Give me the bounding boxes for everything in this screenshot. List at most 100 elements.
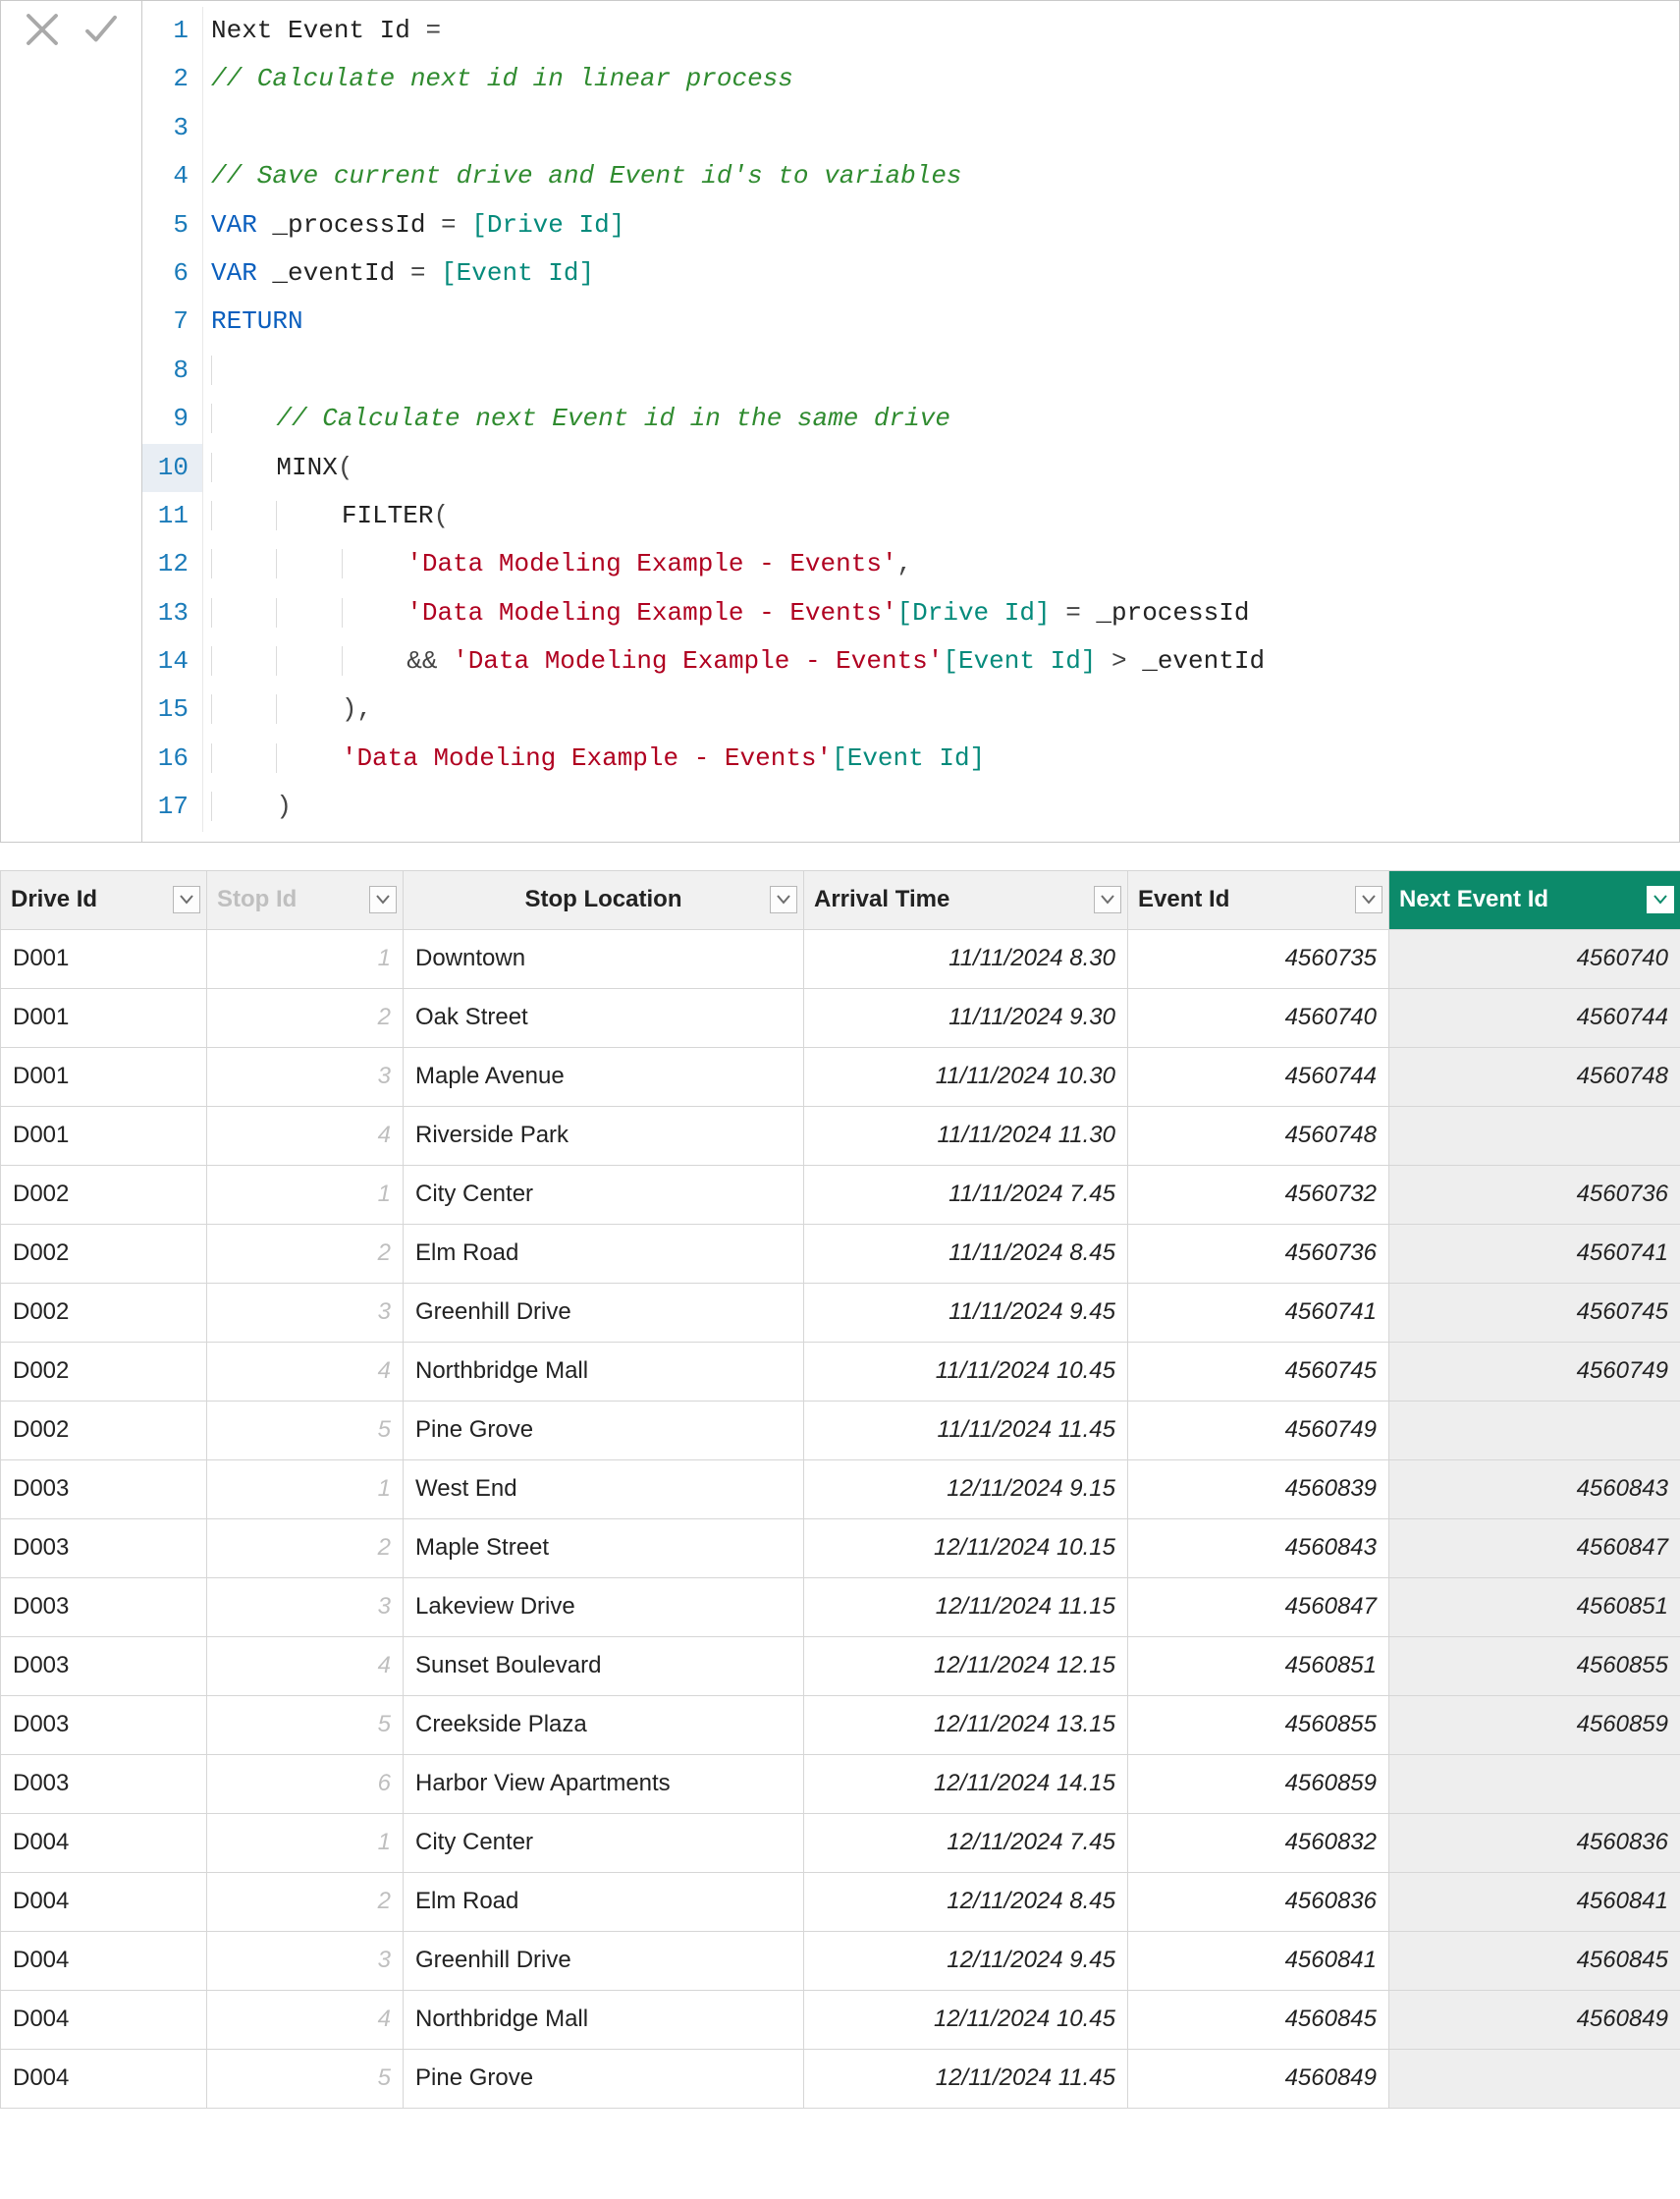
cell-drive[interactable]: D003 [1,1577,207,1636]
cell-arr[interactable]: 11/11/2024 9.30 [804,988,1128,1047]
cell-loc[interactable]: Creekside Plaza [404,1695,804,1754]
table-row[interactable]: D0033Lakeview Drive12/11/2024 11.1545608… [1,1577,1680,1636]
cell-drive[interactable]: D002 [1,1165,207,1224]
cell-evt[interactable]: 4560851 [1128,1636,1389,1695]
editor-line[interactable]: 7RETURN [142,298,1679,346]
column-header-loc[interactable]: Stop Location [404,870,804,929]
cell-stop[interactable]: 3 [207,1931,404,1990]
cell-next[interactable]: 4560744 [1389,988,1680,1047]
cell-evt[interactable]: 4560832 [1128,1813,1389,1872]
cell-next[interactable]: 4560845 [1389,1931,1680,1990]
cell-evt[interactable]: 4560749 [1128,1401,1389,1459]
cell-evt[interactable]: 4560741 [1128,1283,1389,1342]
cell-drive[interactable]: D004 [1,1990,207,2049]
cell-evt[interactable]: 4560836 [1128,1872,1389,1931]
cell-evt[interactable]: 4560849 [1128,2049,1389,2108]
cell-evt[interactable]: 4560732 [1128,1165,1389,1224]
cell-stop[interactable]: 1 [207,1459,404,1518]
cell-drive[interactable]: D004 [1,1931,207,1990]
cell-stop[interactable]: 6 [207,1754,404,1813]
editor-line[interactable]: 9 // Calculate next Event id in the same… [142,395,1679,443]
cell-stop[interactable]: 2 [207,1872,404,1931]
cell-evt[interactable]: 4560845 [1128,1990,1389,2049]
cell-drive[interactable]: D001 [1,988,207,1047]
cell-evt[interactable]: 4560740 [1128,988,1389,1047]
cell-evt[interactable]: 4560843 [1128,1518,1389,1577]
table-row[interactable]: D0014Riverside Park11/11/2024 11.3045607… [1,1106,1680,1165]
cell-stop[interactable]: 5 [207,2049,404,2108]
table-row[interactable]: D0013Maple Avenue11/11/2024 10.304560744… [1,1047,1680,1106]
table-row[interactable]: D0031West End12/11/2024 9.15456083945608… [1,1459,1680,1518]
cell-loc[interactable]: Pine Grove [404,1401,804,1459]
cell-stop[interactable]: 5 [207,1401,404,1459]
table-row[interactable]: D0045Pine Grove12/11/2024 11.454560849 [1,2049,1680,2108]
cell-arr[interactable]: 11/11/2024 8.45 [804,1224,1128,1283]
column-header-drive[interactable]: Drive Id [1,870,207,929]
editor-line[interactable]: 3 [142,104,1679,152]
cell-drive[interactable]: D001 [1,929,207,988]
cell-next[interactable]: 4560859 [1389,1695,1680,1754]
column-header-arr[interactable]: Arrival Time [804,870,1128,929]
cell-stop[interactable]: 4 [207,1990,404,2049]
editor-line[interactable]: 1Next Event Id = [142,7,1679,55]
cell-drive[interactable]: D002 [1,1401,207,1459]
cell-next[interactable]: 4560841 [1389,1872,1680,1931]
editor-line[interactable]: 11 FILTER( [142,492,1679,540]
cell-loc[interactable]: Lakeview Drive [404,1577,804,1636]
cell-next[interactable] [1389,1754,1680,1813]
cell-loc[interactable]: Sunset Boulevard [404,1636,804,1695]
cell-loc[interactable]: Downtown [404,929,804,988]
cell-stop[interactable]: 4 [207,1636,404,1695]
table-row[interactable]: D0011Downtown11/11/2024 8.30456073545607… [1,929,1680,988]
cell-arr[interactable]: 12/11/2024 12.15 [804,1636,1128,1695]
cell-arr[interactable]: 11/11/2024 9.45 [804,1283,1128,1342]
cell-loc[interactable]: Oak Street [404,988,804,1047]
cell-loc[interactable]: West End [404,1459,804,1518]
cell-evt[interactable]: 4560855 [1128,1695,1389,1754]
cell-drive[interactable]: D002 [1,1224,207,1283]
table-row[interactable]: D0024Northbridge Mall11/11/2024 10.45456… [1,1342,1680,1401]
cell-stop[interactable]: 1 [207,929,404,988]
cell-loc[interactable]: Maple Street [404,1518,804,1577]
cell-arr[interactable]: 11/11/2024 10.45 [804,1342,1128,1401]
table-row[interactable]: D0032Maple Street12/11/2024 10.154560843… [1,1518,1680,1577]
cell-drive[interactable]: D003 [1,1754,207,1813]
cell-next[interactable]: 4560855 [1389,1636,1680,1695]
cell-next[interactable]: 4560843 [1389,1459,1680,1518]
table-row[interactable]: D0021City Center11/11/2024 7.45456073245… [1,1165,1680,1224]
cell-next[interactable]: 4560836 [1389,1813,1680,1872]
table-row[interactable]: D0034Sunset Boulevard12/11/2024 12.15456… [1,1636,1680,1695]
filter-dropdown-icon[interactable] [1647,886,1674,913]
cell-loc[interactable]: Greenhill Drive [404,1931,804,1990]
cell-arr[interactable]: 11/11/2024 7.45 [804,1165,1128,1224]
cell-evt[interactable]: 4560745 [1128,1342,1389,1401]
cell-drive[interactable]: D004 [1,2049,207,2108]
column-header-next[interactable]: Next Event Id [1389,870,1680,929]
editor-line[interactable]: 4// Save current drive and Event id's to… [142,152,1679,200]
cell-evt[interactable]: 4560839 [1128,1459,1389,1518]
cell-drive[interactable]: D001 [1,1106,207,1165]
filter-dropdown-icon[interactable] [1355,886,1382,913]
cell-arr[interactable]: 11/11/2024 11.30 [804,1106,1128,1165]
cell-drive[interactable]: D001 [1,1047,207,1106]
cell-arr[interactable]: 12/11/2024 8.45 [804,1872,1128,1931]
editor-line[interactable]: 8 [142,347,1679,395]
cell-next[interactable]: 4560851 [1389,1577,1680,1636]
cell-arr[interactable]: 12/11/2024 11.15 [804,1577,1128,1636]
table-row[interactable]: D0035Creekside Plaza12/11/2024 13.154560… [1,1695,1680,1754]
cell-evt[interactable]: 4560859 [1128,1754,1389,1813]
dax-editor[interactable]: 1Next Event Id =2// Calculate next id in… [142,0,1680,843]
column-header-stop[interactable]: Stop Id [207,870,404,929]
cell-next[interactable]: 4560736 [1389,1165,1680,1224]
cell-loc[interactable]: Maple Avenue [404,1047,804,1106]
cell-loc[interactable]: Northbridge Mall [404,1990,804,2049]
commit-icon[interactable] [81,9,122,57]
cell-next[interactable]: 4560748 [1389,1047,1680,1106]
cell-stop[interactable]: 5 [207,1695,404,1754]
cell-evt[interactable]: 4560748 [1128,1106,1389,1165]
editor-line[interactable]: 6VAR _eventId = [Event Id] [142,249,1679,298]
cell-arr[interactable]: 11/11/2024 11.45 [804,1401,1128,1459]
cell-drive[interactable]: D004 [1,1813,207,1872]
filter-dropdown-icon[interactable] [1094,886,1121,913]
cell-stop[interactable]: 3 [207,1283,404,1342]
